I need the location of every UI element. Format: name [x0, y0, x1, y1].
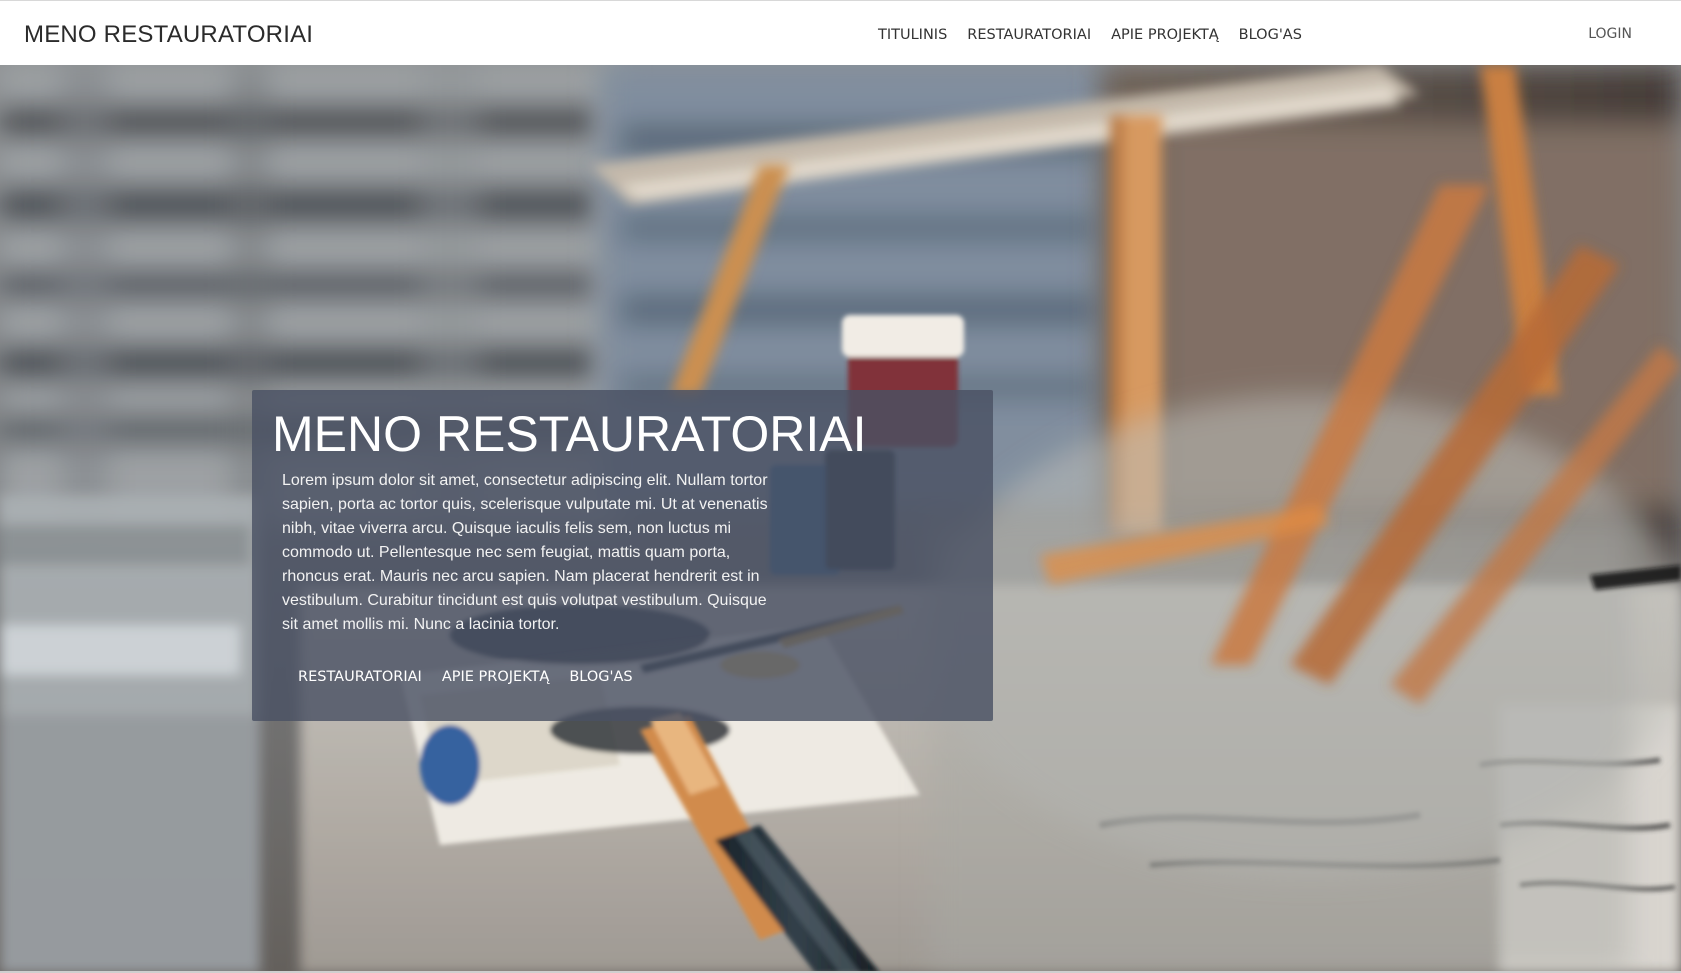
hero-links: RESTAURATORIAI APIE PROJEKTĄ BLOG'AS: [298, 669, 633, 685]
top-navbar: MENO RESTAURATORIAI TITULINIS RESTAURATO…: [0, 0, 1681, 65]
login-link[interactable]: LOGIN: [1588, 26, 1632, 42]
hero-section: MENO RESTAURATORIAI Lorem ipsum dolor si…: [0, 65, 1681, 973]
nav-link-apie-projekta[interactable]: APIE PROJEKTĄ: [1111, 27, 1219, 43]
hero-description: Lorem ipsum dolor sit amet, consectetur …: [282, 472, 768, 633]
nav-link-blogas[interactable]: BLOG'AS: [1239, 27, 1302, 43]
brand-logo-text[interactable]: MENO RESTAURATORIAI: [24, 21, 313, 49]
hero-link-restauratoriai[interactable]: RESTAURATORIAI: [298, 669, 422, 685]
hero-link-blogas[interactable]: BLOG'AS: [569, 669, 632, 685]
hero-title: MENO RESTAURATORIAI: [272, 406, 867, 462]
nav-link-titulinis[interactable]: TITULINIS: [878, 27, 947, 43]
main-nav: TITULINIS RESTAURATORIAI APIE PROJEKTĄ B…: [878, 27, 1302, 43]
hero-link-apie-projekta[interactable]: APIE PROJEKTĄ: [442, 669, 550, 685]
nav-link-restauratoriai[interactable]: RESTAURATORIAI: [967, 27, 1091, 43]
hero-content-card: MENO RESTAURATORIAI Lorem ipsum dolor si…: [252, 390, 993, 721]
